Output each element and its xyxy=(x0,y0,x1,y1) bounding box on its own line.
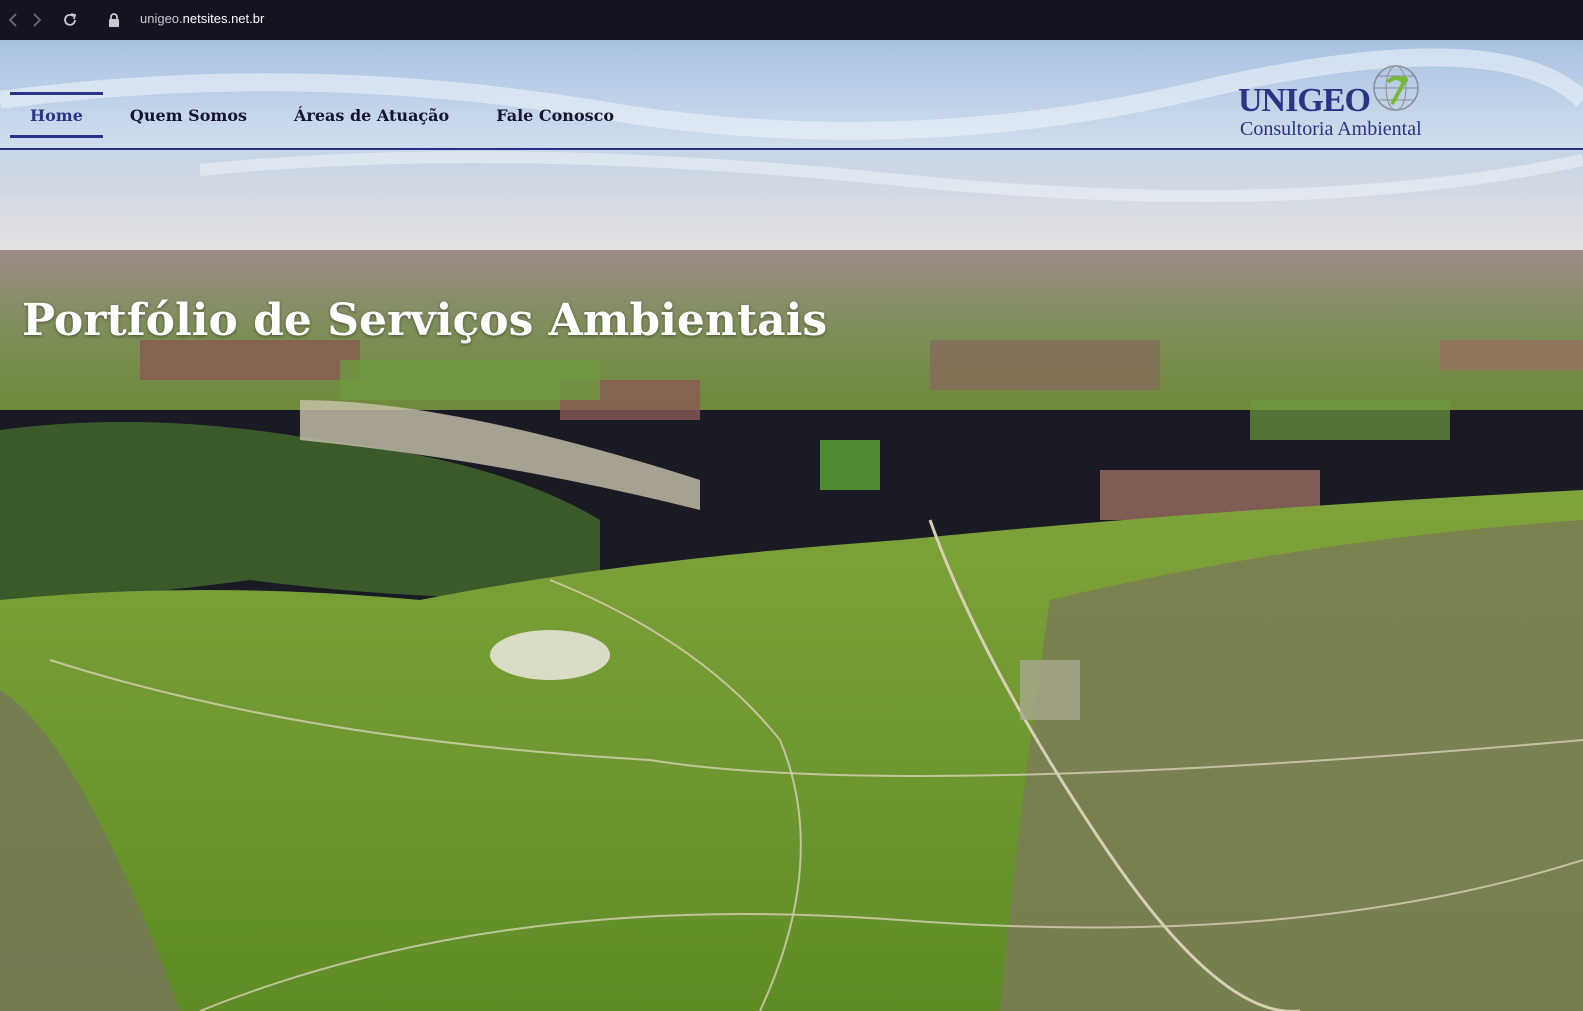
nav-home[interactable]: Home xyxy=(10,92,103,138)
nav-fale-conosco[interactable]: Fale Conosco xyxy=(476,92,634,138)
logo-tagline: Consultoria Ambiental xyxy=(1240,118,1422,140)
browser-toolbar: unigeo.netsites.net.br xyxy=(0,0,1583,40)
globe-icon xyxy=(1368,60,1424,120)
nav-quem-somos[interactable]: Quem Somos xyxy=(110,92,267,138)
nav-areas-de-atuacao[interactable]: Áreas de Atuação xyxy=(274,92,469,138)
address-bar[interactable]: unigeo.netsites.net.br xyxy=(140,11,264,26)
hero-title: Portfólio de Serviços Ambientais xyxy=(22,295,828,346)
main-nav: Home Quem Somos Áreas de Atuação Fale Co… xyxy=(10,92,641,138)
web-page: Home Quem Somos Áreas de Atuação Fale Co… xyxy=(0,40,1583,1011)
unigeo-logo[interactable]: UNIGEO Consultoria Ambiental xyxy=(1238,60,1438,142)
url-host: netsites.net.br xyxy=(182,11,265,26)
url-prefix: unigeo. xyxy=(140,11,183,26)
hero-landscape-image xyxy=(0,40,1583,1011)
forward-icon[interactable] xyxy=(24,7,50,33)
back-icon[interactable] xyxy=(0,7,26,33)
site-header: Home Quem Somos Áreas de Atuação Fale Co… xyxy=(0,40,1583,150)
logo-name: UNIGEO xyxy=(1238,82,1371,119)
lock-icon xyxy=(108,12,120,31)
reload-icon[interactable] xyxy=(57,7,83,33)
